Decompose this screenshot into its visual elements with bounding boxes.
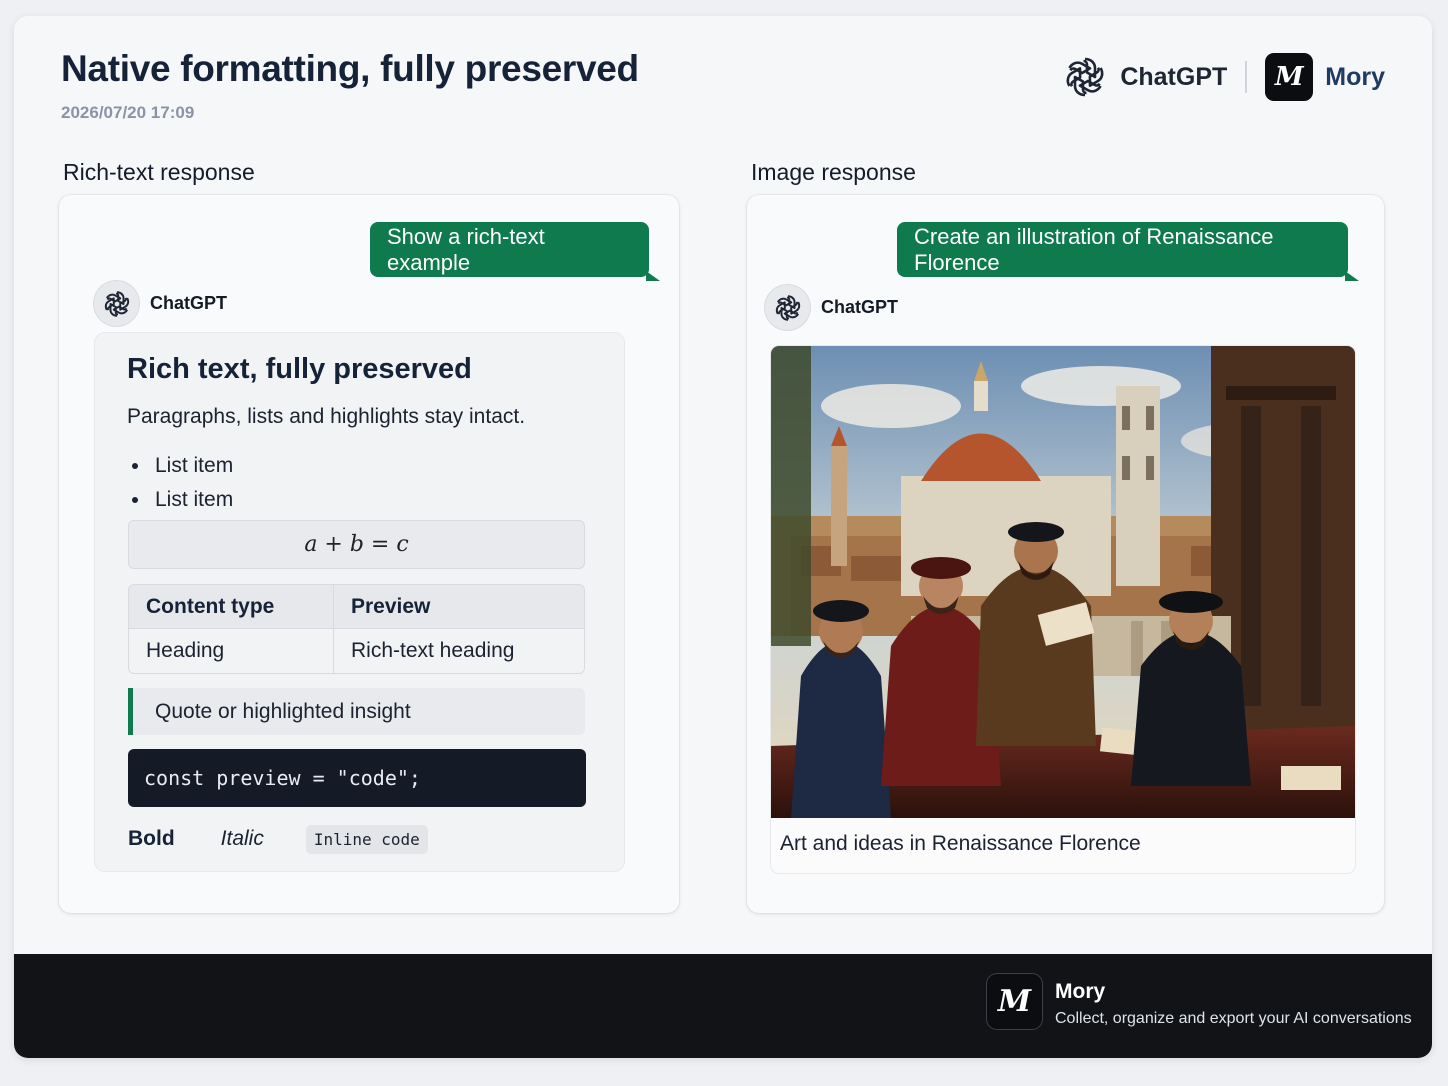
brand-chatgpt-label: ChatGPT (1120, 62, 1228, 91)
rich-text-content: Rich text, fully preserved Paragraphs, l… (95, 333, 624, 871)
footer-tagline: Collect, organize and export your AI con… (1055, 1010, 1412, 1027)
list-item: List item (127, 483, 233, 517)
page-title: Native formatting, fully preserved (61, 48, 639, 89)
bullet-icon (132, 497, 138, 503)
rich-text-panel: Show a rich-text example ChatGPT Rich te… (59, 195, 679, 913)
chatgpt-avatar-icon (94, 281, 139, 326)
renaissance-florence-image[interactable] (771, 346, 1355, 818)
image-caption: Art and ideas in Renaissance Florence (780, 832, 1141, 855)
timestamp: 2026/07/20 17:09 (61, 103, 195, 122)
assistant-header: ChatGPT (94, 281, 227, 326)
chatgpt-avatar-icon (765, 285, 810, 330)
content-table: Content type Preview Heading Rich-text h… (128, 584, 585, 674)
rich-text-section-title: Rich-text response (63, 159, 255, 185)
mory-logo-icon: M (987, 974, 1042, 1029)
mory-logo-icon: M (1265, 53, 1314, 101)
openai-logo-icon (1062, 54, 1108, 100)
assistant-header: ChatGPT (765, 285, 898, 330)
rich-paragraph: Paragraphs, lists and highlights stay in… (127, 405, 526, 428)
image-section-title: Image response (751, 159, 916, 185)
rich-heading: Rich text, fully preserved (127, 353, 472, 385)
assistant-name: ChatGPT (821, 297, 899, 317)
bullet-list: List item List item (127, 449, 233, 517)
image-panel: Create an illustration of Renaissance Fl… (747, 195, 1384, 913)
italic-sample: Italic (220, 827, 264, 850)
inline-code-sample: Inline code (305, 824, 428, 854)
share-card: Native formatting, fully preserved 2026/… (14, 16, 1432, 1058)
blockquote: Quote or highlighted insight (128, 688, 585, 735)
bold-sample: Bold (128, 827, 175, 850)
brand-divider (1245, 61, 1248, 93)
user-message-bubble: Create an illustration of Renaissance Fl… (897, 222, 1359, 281)
table-header-row: Content type Preview (129, 585, 584, 629)
table-row: Heading Rich-text heading (129, 629, 584, 673)
assistant-name: ChatGPT (150, 293, 228, 313)
table-header-cell: Preview (334, 585, 584, 629)
table-cell: Heading (129, 629, 334, 673)
bubble-tail (646, 271, 660, 281)
inline-styles-row: Bold Italic Inline code (128, 821, 428, 857)
bullet-icon (132, 463, 138, 469)
table-cell: Rich-text heading (334, 629, 584, 673)
table-header-cell: Content type (129, 585, 334, 629)
brand-mory-label: Mory (1325, 62, 1385, 91)
bubble-tail (1345, 271, 1359, 281)
list-item: List item (127, 449, 233, 483)
user-message-text: Show a rich-text example (387, 223, 545, 275)
brand-bar: ChatGPT M Mory (1062, 52, 1385, 102)
code-block: const preview = "code"; (128, 749, 586, 807)
footer-brand-name: Mory (1055, 980, 1106, 1003)
user-message-text: Create an illustration of Renaissance Fl… (914, 223, 1274, 275)
generated-image-card: Art and ideas in Renaissance Florence (771, 346, 1355, 873)
math-block: a + b = c (128, 520, 585, 569)
user-message-bubble: Show a rich-text example (370, 222, 660, 281)
footer: M Mory Collect, organize and export your… (14, 954, 1432, 1058)
